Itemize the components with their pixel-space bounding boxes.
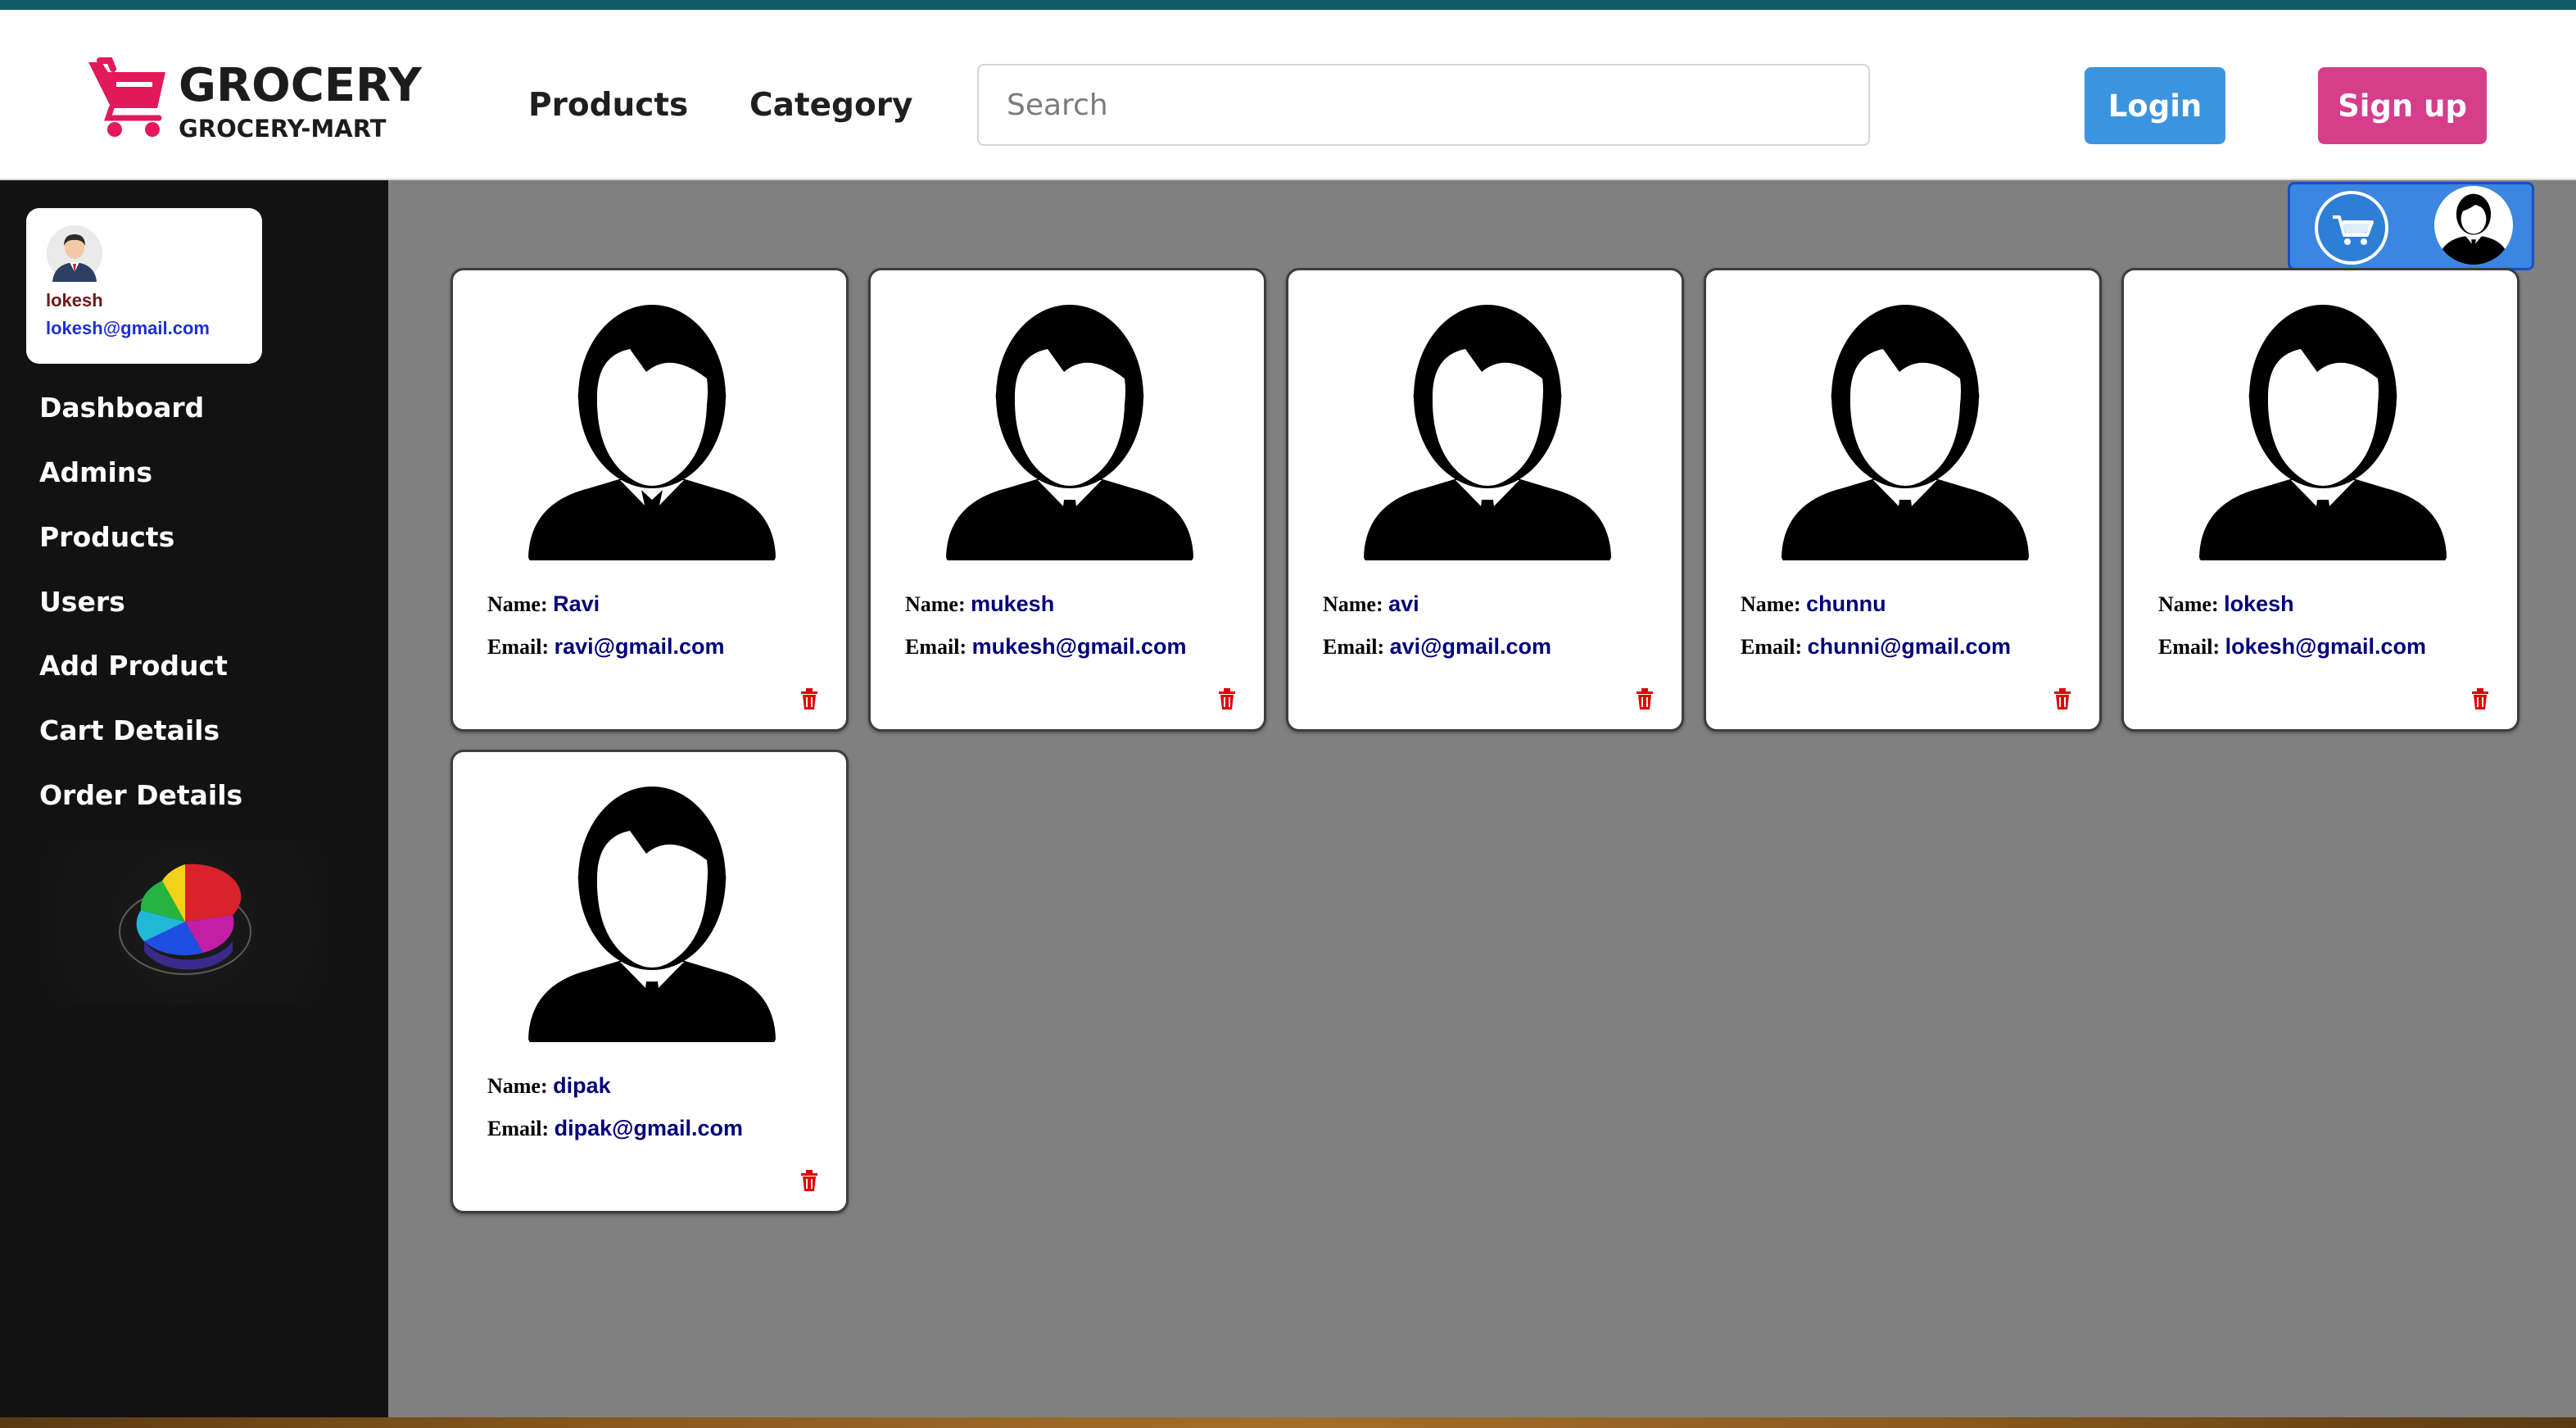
- user-email-row: Email: ravi@gmail.com: [487, 634, 725, 660]
- name-label: Name:: [905, 592, 966, 616]
- bottom-accent-strip: [0, 1417, 2576, 1428]
- user-email: ravi@gmail.com: [554, 634, 725, 659]
- search-input[interactable]: [977, 64, 1870, 146]
- shopping-cart-icon: [88, 57, 165, 137]
- user-email: lokesh@gmail.com: [2225, 634, 2427, 659]
- cart-button[interactable]: [2315, 191, 2388, 265]
- trash-icon[interactable]: [800, 1170, 818, 1191]
- user-avatar-icon: [2437, 193, 2510, 265]
- trash-icon[interactable]: [800, 688, 818, 709]
- email-label: Email:: [487, 1117, 550, 1140]
- user-email: dipak@gmail.com: [554, 1116, 743, 1140]
- sidebar-item-order-details[interactable]: Order Details: [39, 779, 242, 811]
- user-name-row: Name: avi: [1323, 592, 1419, 617]
- user-email-row: Email: dipak@gmail.com: [487, 1116, 743, 1141]
- email-label: Email:: [1323, 635, 1385, 659]
- cart-icon: [2333, 215, 2374, 245]
- email-label: Email:: [2158, 635, 2221, 659]
- sidebar: lokesh lokesh@gmail.com Dashboard Admins…: [0, 180, 388, 1417]
- header: GROCERY GROCERY-MART Products Category L…: [0, 10, 2576, 180]
- signup-button[interactable]: Sign up: [2318, 67, 2487, 144]
- top-accent-strip: [0, 0, 2576, 10]
- profile-button[interactable]: [2434, 186, 2513, 265]
- sidebar-item-products[interactable]: Products: [39, 521, 174, 553]
- user-email-row: Email: avi@gmail.com: [1323, 634, 1551, 660]
- sidebar-item-dashboard[interactable]: Dashboard: [39, 392, 204, 424]
- trash-icon[interactable]: [1636, 688, 1654, 709]
- user-name: lokesh: [2224, 592, 2294, 616]
- profile-email: lokesh@gmail.com: [46, 318, 210, 338]
- user-email: mukesh@gmail.com: [971, 634, 1187, 659]
- user-name: dipak: [553, 1073, 611, 1098]
- pie-chart-3d-icon: [39, 840, 330, 1004]
- trash-icon[interactable]: [2053, 688, 2071, 709]
- brand-logo[interactable]: GROCERY GROCERY-MART: [85, 51, 422, 149]
- email-label: Email:: [487, 635, 550, 659]
- user-name-row: Name: Ravi: [487, 592, 600, 617]
- user-name-row: Name: dipak: [487, 1073, 611, 1099]
- email-label: Email:: [1741, 635, 1803, 659]
- email-label: Email:: [905, 635, 967, 659]
- profile-card[interactable]: lokesh lokesh@gmail.com: [26, 208, 262, 364]
- profile-name: lokesh: [46, 290, 103, 311]
- name-label: Name:: [487, 592, 548, 616]
- sidebar-item-admins[interactable]: Admins: [39, 456, 152, 488]
- user-email-row: Email: lokesh@gmail.com: [2158, 634, 2426, 660]
- nav-category[interactable]: Category: [749, 87, 912, 124]
- user-email-row: Email: chunni@gmail.com: [1741, 634, 2011, 660]
- nav-products[interactable]: Products: [528, 87, 688, 124]
- user-card: Name: dipak Email: dipak@gmail.com: [450, 750, 849, 1213]
- page: GROCERY GROCERY-MART Products Category L…: [0, 0, 2576, 1428]
- user-card: Name: chunnu Email: chunni@gmail.com: [1704, 268, 2102, 732]
- user-name: avi: [1388, 592, 1419, 616]
- user-name-row: Name: chunnu: [1741, 592, 1886, 617]
- user-avatar-icon: [1781, 305, 2029, 560]
- name-label: Name:: [487, 1074, 548, 1098]
- user-avatar-icon: [1364, 305, 1611, 560]
- user-card: Name: avi Email: avi@gmail.com: [1286, 268, 1684, 732]
- user-avatar-icon: [946, 305, 1193, 560]
- user-avatar-icon: [528, 305, 776, 560]
- brand-subtitle: GROCERY-MART: [179, 115, 387, 143]
- name-label: Name:: [1323, 592, 1383, 616]
- user-avatar-icon: [2199, 305, 2447, 560]
- brand-title: GROCERY: [179, 59, 422, 112]
- user-email: chunni@gmail.com: [1807, 634, 2011, 659]
- sidebar-item-users[interactable]: Users: [39, 586, 125, 618]
- user-name: Ravi: [553, 592, 600, 616]
- user-name-row: Name: lokesh: [2158, 592, 2294, 617]
- trash-icon[interactable]: [1218, 688, 1236, 709]
- sidebar-item-add-product[interactable]: Add Product: [39, 650, 228, 682]
- user-avatar-icon: [528, 787, 776, 1042]
- quick-actions: [2288, 182, 2534, 270]
- user-card: Name: mukesh Email: mukesh@gmail.com: [868, 268, 1266, 732]
- user-name-row: Name: mukesh: [905, 592, 1054, 617]
- trash-icon[interactable]: [2471, 688, 2489, 709]
- login-button[interactable]: Login: [2085, 67, 2225, 144]
- user-email: avi@gmail.com: [1389, 634, 1552, 659]
- sidebar-item-cart-details[interactable]: Cart Details: [39, 714, 220, 746]
- avatar: [47, 225, 102, 282]
- user-name: chunnu: [1806, 592, 1886, 616]
- user-email-row: Email: mukesh@gmail.com: [905, 634, 1187, 660]
- user-name: mukesh: [971, 592, 1055, 616]
- name-label: Name:: [2158, 592, 2219, 616]
- user-card: Name: Ravi Email: ravi@gmail.com: [450, 268, 849, 732]
- user-card: Name: lokesh Email: lokesh@gmail.com: [2121, 268, 2519, 732]
- name-label: Name:: [1741, 592, 1801, 616]
